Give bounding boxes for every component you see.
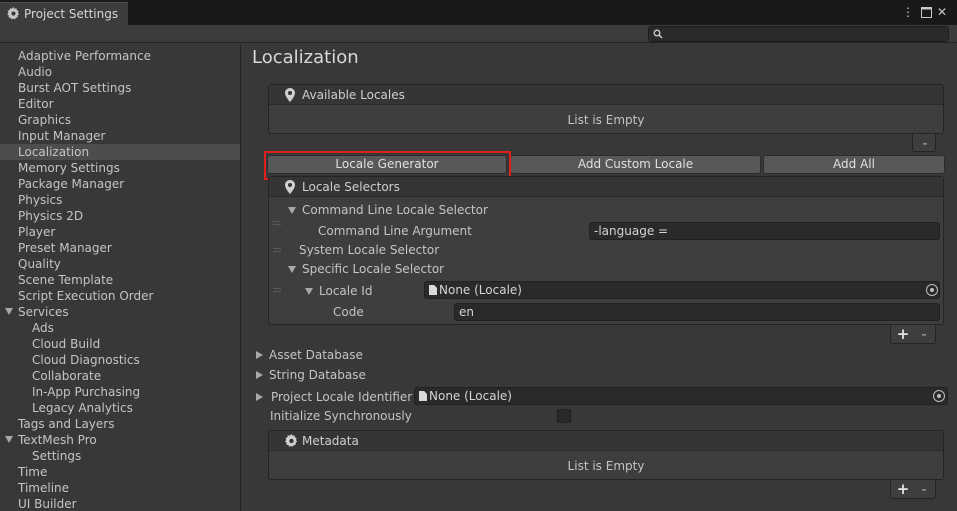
- locale-selectors-footer: + -: [890, 325, 936, 344]
- sidebar-item-in-app-purchasing[interactable]: In-App Purchasing: [0, 384, 240, 400]
- object-picker-icon[interactable]: [926, 284, 938, 296]
- document-icon: [419, 391, 427, 401]
- sidebar-item-ads[interactable]: Ads: [0, 320, 240, 336]
- sidebar-item-graphics[interactable]: Graphics: [0, 112, 240, 128]
- metadata-panel: Metadata List is Empty: [268, 430, 944, 480]
- sidebar-item-legacy-analytics[interactable]: Legacy Analytics: [0, 400, 240, 416]
- add-custom-locale-button[interactable]: Add Custom Locale: [510, 155, 761, 174]
- collapse-arrow-icon[interactable]: [305, 288, 313, 295]
- sidebar-item-cloud-build[interactable]: Cloud Build: [0, 336, 240, 352]
- sidebar-item-textmesh-pro[interactable]: TextMesh Pro: [0, 432, 240, 448]
- remove-locale-button[interactable]: -: [916, 135, 934, 151]
- string-database-foldout[interactable]: String Database: [269, 368, 366, 382]
- remove-selector-button[interactable]: -: [915, 326, 933, 342]
- collapse-arrow-icon[interactable]: [288, 207, 296, 214]
- locale-id-label: Locale Id: [319, 284, 373, 298]
- sidebar-item-adaptive-performance[interactable]: Adaptive Performance: [0, 48, 240, 64]
- sidebar-item-time[interactable]: Time: [0, 464, 240, 480]
- sidebar-item-scene-template[interactable]: Scene Template: [0, 272, 240, 288]
- sidebar-item-physics[interactable]: Physics: [0, 192, 240, 208]
- window-title: Project Settings: [24, 7, 119, 21]
- metadata-footer: + -: [890, 480, 936, 499]
- collapse-arrow-icon[interactable]: [288, 266, 296, 273]
- remove-metadata-button[interactable]: -: [915, 481, 933, 497]
- add-all-button[interactable]: Add All: [763, 155, 945, 174]
- settings-content: Localization Available Locales List is E…: [242, 44, 957, 511]
- sidebar-item-package-manager[interactable]: Package Manager: [0, 176, 240, 192]
- location-pin-icon: [285, 180, 295, 194]
- sidebar-item-burst-aot-settings[interactable]: Burst AOT Settings: [0, 80, 240, 96]
- drag-handle-icon[interactable]: [273, 221, 281, 225]
- locale-selectors-panel: Locale Selectors Command Line Locale Sel…: [268, 176, 944, 325]
- sidebar-item-editor[interactable]: Editor: [0, 96, 240, 112]
- sidebar-item-quality[interactable]: Quality: [0, 256, 240, 272]
- sidebar-item-player[interactable]: Player: [0, 224, 240, 240]
- available-locales-panel: Available Locales List is Empty: [268, 84, 944, 134]
- page-title: Localization: [252, 47, 359, 68]
- locale-id-object-field[interactable]: None (Locale): [424, 281, 940, 299]
- location-pin-icon: [285, 88, 295, 102]
- metadata-header: Metadata: [269, 431, 943, 451]
- document-icon: [429, 285, 437, 295]
- asset-database-foldout[interactable]: Asset Database: [269, 348, 363, 362]
- command-line-argument-field[interactable]: -language =: [589, 222, 940, 240]
- settings-sidebar: Adaptive Performance Audio Burst AOT Set…: [0, 44, 241, 511]
- add-selector-button[interactable]: +: [894, 326, 912, 342]
- drag-handle-icon[interactable]: [273, 248, 281, 252]
- sidebar-item-timeline[interactable]: Timeline: [0, 480, 240, 496]
- system-locale-selector-label[interactable]: System Locale Selector: [299, 243, 439, 257]
- sidebar-item-collaborate[interactable]: Collaborate: [0, 368, 240, 384]
- command-line-argument-label: Command Line Argument: [318, 224, 472, 238]
- available-locales-empty-text: List is Empty: [567, 113, 645, 127]
- available-locales-header: Available Locales: [269, 85, 943, 105]
- sidebar-item-input-manager[interactable]: Input Manager: [0, 128, 240, 144]
- specific-locale-selector-label[interactable]: Specific Locale Selector: [302, 262, 444, 276]
- add-metadata-button[interactable]: +: [894, 481, 912, 497]
- sidebar-item-memory-settings[interactable]: Memory Settings: [0, 160, 240, 176]
- expand-arrow-icon[interactable]: [256, 371, 263, 379]
- initialize-synchronously-label: Initialize Synchronously: [270, 409, 412, 423]
- close-icon[interactable]: ✕: [935, 4, 949, 20]
- sidebar-item-script-execution-order[interactable]: Script Execution Order: [0, 288, 240, 304]
- project-locale-identifier-label[interactable]: Project Locale Identifier: [271, 390, 412, 404]
- sidebar-item-tags-and-layers[interactable]: Tags and Layers: [0, 416, 240, 432]
- sidebar-item-preset-manager[interactable]: Preset Manager: [0, 240, 240, 256]
- sidebar-item-textmesh-pro-settings[interactable]: Settings: [0, 448, 240, 464]
- expand-arrow-icon[interactable]: [5, 308, 13, 315]
- code-label: Code: [333, 305, 364, 319]
- search-icon: [653, 29, 663, 39]
- expand-arrow-icon[interactable]: [256, 351, 263, 359]
- drag-handle-icon[interactable]: [273, 288, 281, 292]
- metadata-empty-text: List is Empty: [567, 459, 645, 473]
- initialize-synchronously-checkbox[interactable]: [557, 409, 571, 423]
- sidebar-item-physics-2d[interactable]: Physics 2D: [0, 208, 240, 224]
- locale-selectors-header: Locale Selectors: [269, 177, 943, 197]
- toolbar: [0, 25, 957, 43]
- expand-arrow-icon[interactable]: [256, 393, 263, 401]
- command-line-selector-label[interactable]: Command Line Locale Selector: [302, 203, 488, 217]
- code-field[interactable]: en: [454, 303, 940, 321]
- sidebar-item-localization[interactable]: Localization: [0, 144, 240, 160]
- project-locale-identifier-field[interactable]: None (Locale): [414, 387, 948, 405]
- sidebar-item-audio[interactable]: Audio: [0, 64, 240, 80]
- sidebar-item-ui-builder[interactable]: UI Builder: [0, 496, 240, 511]
- gear-icon: [7, 7, 20, 20]
- available-locales-footer: -: [912, 134, 936, 152]
- sidebar-item-cloud-diagnostics[interactable]: Cloud Diagnostics: [0, 352, 240, 368]
- maximize-icon[interactable]: [919, 4, 933, 20]
- sidebar-item-services[interactable]: Services: [0, 304, 240, 320]
- expand-arrow-icon[interactable]: [5, 436, 13, 443]
- kebab-menu-icon[interactable]: ⋮: [901, 4, 915, 20]
- metadata-gear-icon: [285, 434, 298, 447]
- object-picker-icon[interactable]: [933, 390, 945, 402]
- title-bar: Project Settings ⋮ ✕: [0, 0, 957, 25]
- search-input[interactable]: [648, 26, 949, 42]
- project-settings-tab[interactable]: Project Settings: [0, 2, 128, 25]
